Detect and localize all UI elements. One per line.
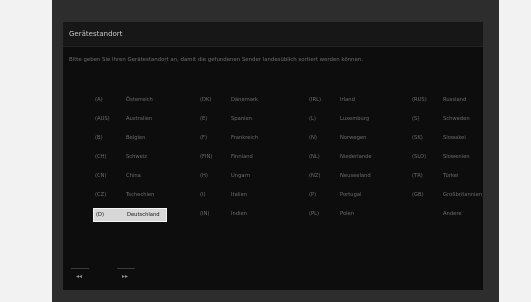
country-code: (E) (200, 116, 208, 122)
country-code: (PL) (309, 211, 320, 217)
country-name: Slowakei (443, 135, 466, 141)
country-name: Norwegen (340, 135, 367, 141)
country-option[interactable]: (E) Spanien (198, 113, 276, 125)
country-code: (IN) (200, 211, 210, 217)
country-code: (CZ) (95, 192, 107, 198)
country-option[interactable]: (CZ) Tschechien (93, 189, 165, 201)
country-option[interactable]: (NZ) Neuseeland (307, 170, 385, 182)
country-name: Australien (126, 116, 153, 122)
country-option[interactable]: (N) Norwegen (307, 132, 385, 144)
country-code: (IRL) (309, 97, 322, 103)
country-option[interactable]: (B) Belgien (93, 132, 165, 144)
country-name: Indien (231, 211, 248, 217)
country-code: (SLO) (412, 154, 427, 160)
country-code: (CH) (95, 154, 107, 160)
country-name: Portugal (340, 192, 362, 198)
country-name: Slowenien (443, 154, 470, 160)
country-code: (SK) (412, 135, 423, 141)
country-code: (B) (95, 135, 103, 141)
country-option[interactable]: (L) Luxemburg (307, 113, 385, 125)
next-page-button[interactable]: ▸▸ (117, 268, 135, 282)
country-name: Frankreich (231, 135, 259, 141)
previous-page-button[interactable]: ◂◂ (71, 268, 89, 282)
country-option[interactable]: (F) Frankreich (198, 132, 276, 144)
country-name: Schweiz (126, 154, 148, 160)
country-name: Italien (231, 192, 248, 198)
country-code: (N) (309, 135, 317, 141)
country-option[interactable]: Andere (410, 208, 483, 220)
country-code: (L) (309, 116, 316, 122)
country-name: Spanien (231, 116, 252, 122)
country-code: (I) (200, 192, 206, 198)
country-name: Belgien (126, 135, 146, 141)
country-code: (S) (412, 116, 420, 122)
country-code: (DK) (200, 97, 212, 103)
country-option[interactable]: (TR) Türkei (410, 170, 483, 182)
country-option[interactable]: (SK) Slowakei (410, 132, 483, 144)
country-code: (TR) (412, 173, 423, 179)
tv-screen: Gerätestandort Bitte geben Sie Ihren Ger… (63, 22, 483, 290)
country-code: (H) (200, 173, 208, 179)
country-code: (NZ) (309, 173, 321, 179)
country-option[interactable]: (GB) Großbritannien (410, 189, 483, 201)
country-name: Polen (340, 211, 355, 217)
country-option[interactable]: (CH) Schweiz (93, 151, 165, 163)
country-name: Niederlande (340, 154, 372, 160)
country-option[interactable]: (H) Ungarn (198, 170, 276, 182)
title-bar: Gerätestandort (63, 22, 483, 47)
country-code: (CN) (95, 173, 107, 179)
tv-frame: Gerätestandort Bitte geben Sie Ihren Ger… (52, 0, 499, 302)
country-option[interactable]: (PL) Polen (307, 208, 385, 220)
country-option[interactable]: (RUS) Russland (410, 94, 483, 106)
country-option[interactable]: (I) Italien (198, 189, 276, 201)
country-name: Türkei (443, 173, 459, 179)
intro-text: Bitte geben Sie Ihren Gerätestandort an,… (69, 57, 363, 63)
country-name: Deutschland (127, 212, 160, 218)
country-name: Irland (340, 97, 355, 103)
country-option[interactable]: (A) Österreich (93, 94, 165, 106)
country-code: (GB) (412, 192, 424, 198)
country-option[interactable]: (FIN) Finnland (198, 151, 276, 163)
country-name: Ungarn (231, 173, 250, 179)
country-option[interactable]: (IN) Indien (198, 208, 276, 220)
country-name: China (126, 173, 141, 179)
country-name: Österreich (126, 97, 153, 103)
country-name: Tschechien (126, 192, 155, 198)
rewind-icon: ◂◂ (76, 273, 83, 280)
page-title: Gerätestandort (69, 30, 123, 38)
fast-forward-icon: ▸▸ (122, 273, 129, 280)
country-option[interactable]: (DK) Dänemark (198, 94, 276, 106)
country-code: (FIN) (200, 154, 213, 160)
button-underline (117, 268, 135, 269)
country-code: (NL) (309, 154, 320, 160)
country-name: Russland (443, 97, 467, 103)
country-option[interactable]: (AUS) Australien (93, 113, 165, 125)
country-code: (AUS) (95, 116, 110, 122)
country-name: Luxemburg (340, 116, 370, 122)
country-grid: (A) Österreich (AUS) Australien (B) Belgien (C… (63, 94, 483, 244)
country-name: Großbritannien (443, 192, 483, 198)
country-option[interactable]: (SLO) Slowenien (410, 151, 483, 163)
country-code: (RUS) (412, 97, 427, 103)
country-option[interactable]: (NL) Niederlande (307, 151, 385, 163)
country-code: (P) (309, 192, 317, 198)
country-name: Andere (443, 211, 462, 217)
country-option[interactable]: (D) Deutschland (93, 208, 167, 222)
country-name: Schweden (443, 116, 470, 122)
button-underline (71, 268, 89, 269)
country-option[interactable]: (IRL) Irland (307, 94, 385, 106)
country-code: (A) (95, 97, 103, 103)
country-code: (F) (200, 135, 208, 141)
country-name: Neuseeland (340, 173, 371, 179)
country-option[interactable]: (S) Schweden (410, 113, 483, 125)
country-option[interactable]: (P) Portugal (307, 189, 385, 201)
country-code: (D) (96, 212, 105, 218)
country-name: Dänemark (231, 97, 259, 103)
country-option[interactable]: (CN) China (93, 170, 165, 182)
country-name: Finnland (231, 154, 253, 160)
